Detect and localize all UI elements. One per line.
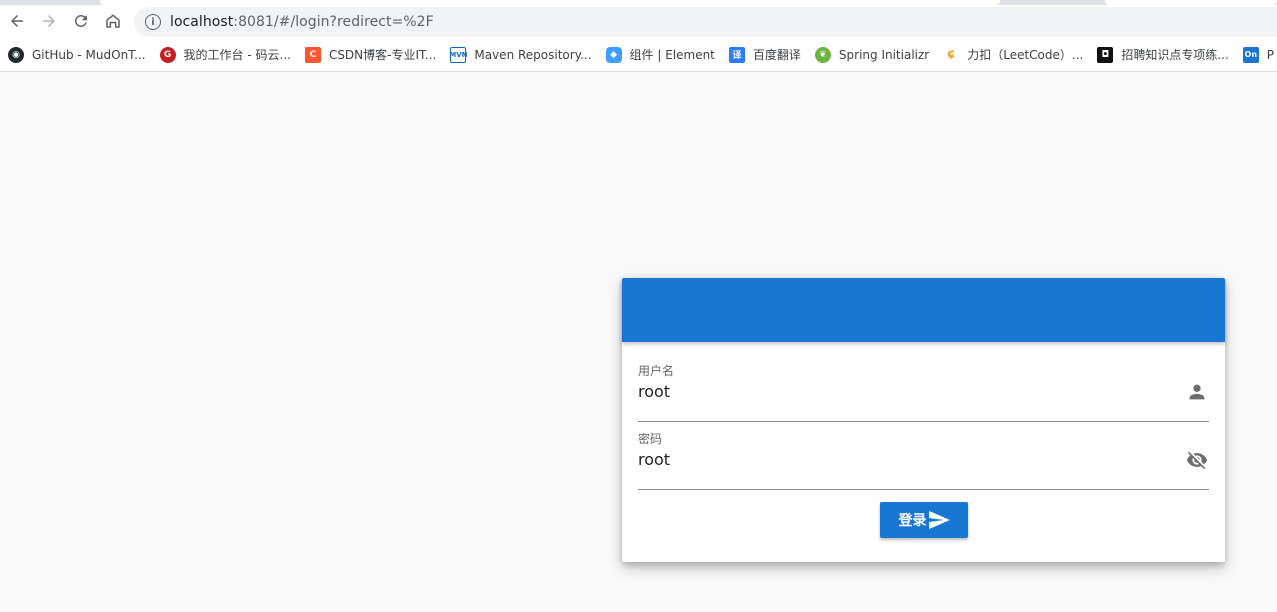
login-button-label: 登录 xyxy=(898,513,927,529)
maven-icon: MVN xyxy=(449,46,468,63)
bookmark-label: 我的工作台 - 码云... xyxy=(183,48,291,62)
login-card-header xyxy=(622,278,1225,342)
bookmark-github[interactable]: ◉ GitHub - MudOnT... xyxy=(0,41,152,69)
password-label: 密码 xyxy=(638,432,663,446)
bookmark-label: 百度翻译 xyxy=(752,48,801,62)
login-button[interactable]: 登录 xyxy=(880,502,968,538)
bookmark-label: 力扣（LeetCode）... xyxy=(967,48,1084,62)
bookmark-spring[interactable]: ❦ Spring Initializr xyxy=(807,41,935,69)
nowcoder-icon: ◘ xyxy=(1097,46,1114,63)
eye-off-icon[interactable] xyxy=(1185,448,1209,472)
bookmark-label: 招聘知识点专项练... xyxy=(1121,48,1229,62)
bookmarks-bar: ◉ GitHub - MudOnT... G 我的工作台 - 码云... C C… xyxy=(0,38,1277,72)
home-button[interactable] xyxy=(100,8,126,34)
person-icon xyxy=(1185,380,1209,404)
username-label: 用户名 xyxy=(638,364,675,378)
browser-toolbar: i localhost:8081/#/login?redirect=%2F xyxy=(0,5,1277,38)
username-input[interactable] xyxy=(638,378,1168,404)
url-text[interactable]: localhost:8081/#/login?redirect=%2F xyxy=(170,14,434,30)
bookmark-maven[interactable]: MVN Maven Repository... xyxy=(442,41,597,69)
bookmark-label: Maven Repository... xyxy=(474,47,592,62)
forward-arrow-icon xyxy=(43,15,55,27)
github-icon: ◉ xyxy=(8,46,24,63)
url-host: localhost xyxy=(170,14,234,30)
bookmark-label: Spring Initializr xyxy=(838,47,930,62)
baidu-translate-icon: 译 xyxy=(728,46,745,63)
bookmark-element[interactable]: ◆ 组件 | Element xyxy=(598,41,721,69)
forward-button[interactable] xyxy=(36,8,62,34)
leetcode-icon: ɕ xyxy=(943,46,960,63)
reload-button[interactable] xyxy=(68,8,94,34)
address-bar[interactable]: i localhost:8081/#/login?redirect=%2F xyxy=(134,7,1277,37)
reload-icon xyxy=(74,14,87,27)
bookmark-csdn[interactable]: C CSDN博客-专业IT... xyxy=(297,41,442,69)
spring-icon: ❦ xyxy=(814,46,831,63)
bookmark-nowcoder[interactable]: ◘ 招聘知识点专项练... xyxy=(1089,41,1234,69)
bookmark-label: 组件 | Element xyxy=(629,48,715,62)
login-card: 用户名 密码 登录 xyxy=(622,278,1225,562)
username-field[interactable]: 用户名 xyxy=(638,362,1209,422)
bookmark-label: P xyxy=(1266,47,1275,62)
url-path: :8081/#/login?redirect=%2F xyxy=(233,14,434,30)
bookmark-gitee[interactable]: G 我的工作台 - 码云... xyxy=(152,41,297,69)
password-input[interactable] xyxy=(638,446,1168,472)
bookmark-onenote[interactable]: On P xyxy=(1235,41,1277,69)
csdn-icon: C xyxy=(304,46,321,63)
send-icon xyxy=(928,510,950,530)
bookmark-baidu-translate[interactable]: 译 百度翻译 xyxy=(721,41,807,69)
back-button[interactable] xyxy=(4,8,30,34)
gitee-icon: G xyxy=(159,46,176,63)
site-info-icon[interactable]: i xyxy=(145,14,161,30)
home-icon xyxy=(106,14,120,28)
bookmark-label: GitHub - MudOnT... xyxy=(32,47,146,62)
onenote-icon: On xyxy=(1242,46,1259,63)
element-icon: ◆ xyxy=(605,46,622,63)
back-arrow-icon xyxy=(11,15,23,27)
bookmark-label: CSDN博客-专业IT... xyxy=(328,48,437,62)
bookmark-leetcode[interactable]: ɕ 力扣（LeetCode）... xyxy=(935,41,1089,69)
password-field[interactable]: 密码 xyxy=(638,430,1209,490)
